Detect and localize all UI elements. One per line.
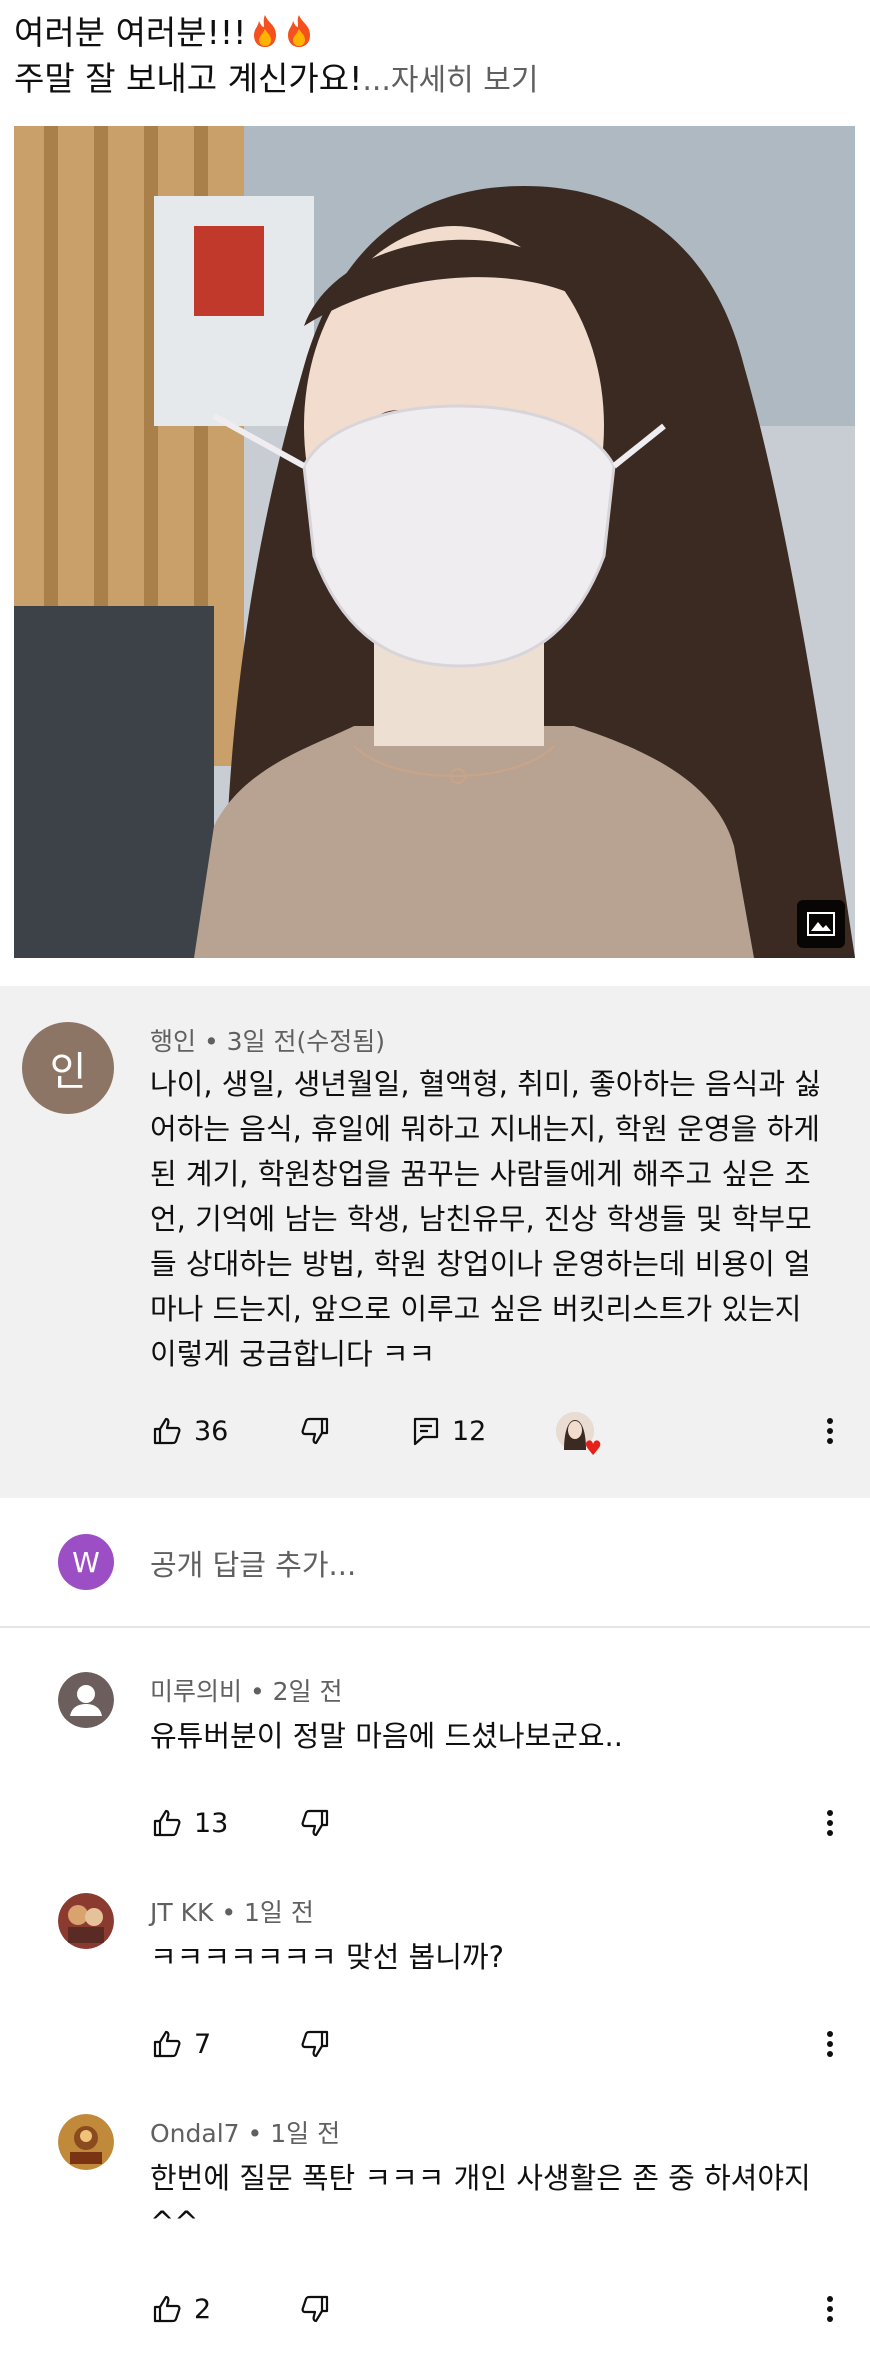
reply-actions: 2 xyxy=(0,2284,870,2334)
avatar[interactable] xyxy=(58,2114,114,2170)
thumbs-down-icon xyxy=(301,1809,329,1837)
dislike-button[interactable] xyxy=(300,1798,330,1848)
comment-line: 어하는 음식, 휴일에 뭐하고 지내는지, 학원 운영을 하게 xyxy=(150,1112,820,1146)
post-line-2-text: 주말 잘 보내고 계신가요! xyxy=(14,59,363,98)
user-photo-icon xyxy=(58,1893,114,1949)
highlighted-comment: 인 행인 • 3일 전(수정됨) 나이, 생일, 생년월일, 혈액형, 취미, … xyxy=(0,986,870,1498)
thumbs-up-icon xyxy=(153,1809,181,1837)
dislike-button[interactable] xyxy=(300,2019,330,2069)
reply-text: 한번에 질문 폭탄 ㅋㅋㅋ 개인 사생활은 존 중 하셔야지 ^^ xyxy=(150,2161,811,2239)
comment-author[interactable]: 행인 xyxy=(150,1027,196,1056)
post-line-1: 여러분 여러분!!! xyxy=(14,10,854,56)
thumbs-up-icon xyxy=(153,2295,181,2323)
comment-text: 나이, 생일, 생년월일, 혈액형, 취미, 좋아하는 음식과 싫 어하는 음식… xyxy=(150,1062,840,1377)
fire-icon xyxy=(254,15,277,47)
more-options-button[interactable] xyxy=(826,2019,834,2069)
reply-time: • 1일 전 xyxy=(239,2119,341,2148)
avatar[interactable]: 인 xyxy=(22,1022,114,1114)
thumbs-up-icon xyxy=(153,1417,181,1445)
post-line-2: 주말 잘 보내고 계신가요!...자세히 보기 xyxy=(14,56,854,104)
read-more-link[interactable]: ...자세히 보기 xyxy=(362,63,538,98)
kebab-menu-icon xyxy=(827,2296,833,2322)
kebab-menu-icon xyxy=(827,1810,833,1836)
like-count: 2 xyxy=(194,2293,212,2325)
reply-text: ㅋㅋㅋㅋㅋㅋㅋ 맞선 봅니까? xyxy=(150,1940,504,1974)
thumbs-down-icon xyxy=(301,2295,329,2323)
add-reply-input[interactable]: 공개 답글 추가... xyxy=(150,1542,356,1584)
kebab-menu-icon xyxy=(827,2031,833,2057)
more-options-button[interactable] xyxy=(826,1406,834,1456)
thumbs-down-icon xyxy=(301,1417,329,1445)
reply-count-button[interactable]: 12 xyxy=(412,1406,486,1456)
avatar: W xyxy=(58,1534,114,1590)
reply-actions: 7 xyxy=(0,2019,870,2069)
reply-item: Ondal7 • 1일 전 한번에 질문 폭탄 ㅋㅋㅋ 개인 사생활은 존 중 … xyxy=(0,2114,870,2356)
reply-author[interactable]: Ondal7 xyxy=(150,2119,240,2148)
comment-meta: 행인 • 3일 전(수정됨) xyxy=(150,1022,385,1058)
reply-author[interactable]: 미루의비 xyxy=(150,1677,242,1706)
comment-line: 이렇게 궁금합니다 ㅋㅋ xyxy=(150,1337,436,1371)
kebab-menu-icon xyxy=(827,1418,833,1444)
image-expand-icon[interactable] xyxy=(797,900,845,948)
like-button[interactable]: 2 xyxy=(152,2284,211,2334)
dislike-button[interactable] xyxy=(300,2284,330,2334)
reply-meta: JT KK • 1일 전 xyxy=(150,1893,314,1929)
reply-text: 유튜버분이 정말 마음에 드셨나보군요.. xyxy=(150,1719,623,1753)
like-count: 7 xyxy=(194,2028,212,2060)
reply-author[interactable]: JT KK xyxy=(150,1898,213,1927)
reply-meta: Ondal7 • 1일 전 xyxy=(150,2114,340,2150)
comment-line: 들 상대하는 방법, 학원 창업이나 운영하는데 비용이 얼 xyxy=(150,1247,811,1281)
heart-icon: ♥ xyxy=(584,1436,602,1460)
reply-item: 미루의비 • 2일 전 유튜버분이 정말 마음에 드셨나보군요.. 13 xyxy=(0,1672,870,1852)
landscape-icon xyxy=(807,912,835,936)
comment-line: 나이, 생일, 생년월일, 혈액형, 취미, 좋아하는 음식과 싫 xyxy=(150,1067,821,1101)
creator-heart-badge: ♥ xyxy=(556,1412,602,1458)
like-count: 36 xyxy=(194,1415,229,1447)
fire-icon xyxy=(288,15,311,47)
reply-item: JT KK • 1일 전 ㅋㅋㅋㅋㅋㅋㅋ 맞선 봅니까? 7 xyxy=(0,1893,870,2073)
comment-time: • 3일 전(수정됨) xyxy=(196,1027,386,1056)
more-options-button[interactable] xyxy=(826,2284,834,2334)
post-image[interactable] xyxy=(14,126,855,958)
reply-meta: 미루의비 • 2일 전 xyxy=(150,1672,343,1708)
like-button[interactable]: 7 xyxy=(152,2019,211,2069)
post-line-1-text: 여러분 여러분!!! xyxy=(14,13,247,52)
post-text: 여러분 여러분!!! 주말 잘 보내고 계신가요!...자세히 보기 xyxy=(14,10,854,104)
reply-time: • 1일 전 xyxy=(213,1898,314,1927)
reply-time: • 2일 전 xyxy=(242,1677,343,1706)
selfie-illustration xyxy=(14,126,855,958)
thumbs-up-icon xyxy=(153,2030,181,2058)
avatar[interactable] xyxy=(58,1893,114,1949)
reply-actions: 13 xyxy=(0,1798,870,1848)
like-count: 13 xyxy=(194,1807,229,1839)
like-button[interactable]: 13 xyxy=(152,1798,228,1848)
comment-line: 언, 기억에 남는 학생, 남친유무, 진상 학생들 및 학부모 xyxy=(150,1202,812,1236)
more-options-button[interactable] xyxy=(826,1798,834,1848)
like-button[interactable]: 36 xyxy=(152,1406,228,1456)
add-reply-row: W 공개 답글 추가... xyxy=(0,1498,870,1628)
comment-line: 된 계기, 학원창업을 꿈꾸는 사람들에게 해주고 싶은 조 xyxy=(150,1157,811,1191)
thumbs-down-icon xyxy=(301,2030,329,2058)
reply-icon xyxy=(413,1417,439,1446)
user-photo-icon xyxy=(58,2114,114,2170)
comment-line: 마나 드는지, 앞으로 이루고 싶은 버킷리스트가 있는지 xyxy=(150,1292,802,1326)
avatar[interactable] xyxy=(58,1672,114,1728)
dislike-button[interactable] xyxy=(300,1406,330,1456)
comment-actions: 36 12 ♥ xyxy=(0,1406,870,1458)
reply-count: 12 xyxy=(452,1415,487,1447)
default-user-icon xyxy=(58,1672,114,1728)
